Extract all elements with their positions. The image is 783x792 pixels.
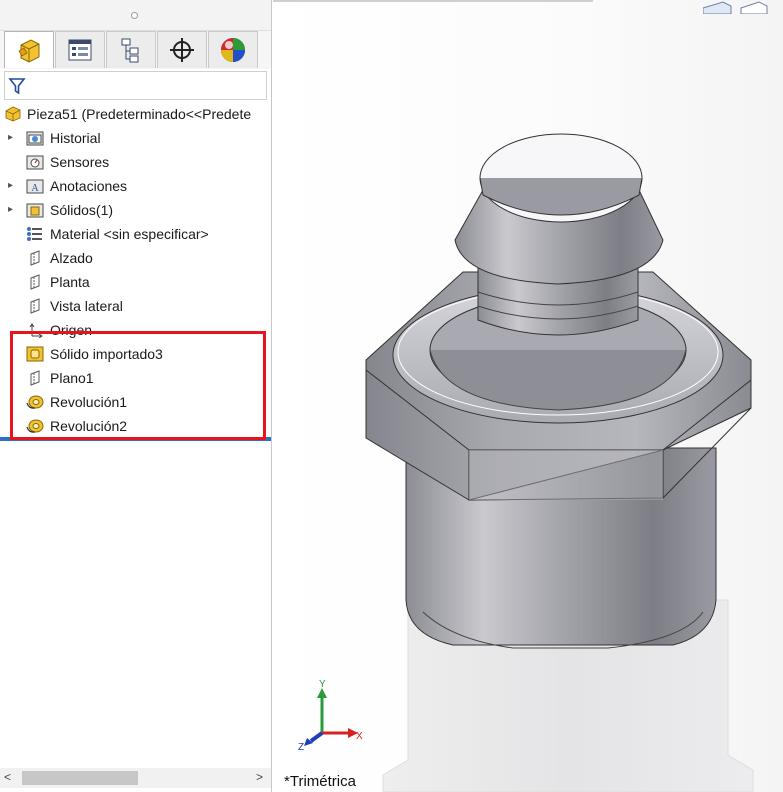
expand-arrow-icon[interactable]: ▸ — [8, 174, 18, 198]
tree-item-label: Planta — [50, 274, 90, 290]
tree-item-label: Historial — [50, 130, 101, 146]
revolve-icon — [26, 419, 44, 433]
featuremanager-panel: Pieza51 (Predeterminado<<Predete ▸ Histo… — [0, 0, 272, 792]
configurationmanager-tab[interactable] — [106, 31, 156, 68]
annotations-folder-icon: A — [26, 179, 44, 194]
plane-icon — [30, 298, 40, 314]
revolve-icon — [26, 395, 44, 409]
part-icon — [5, 106, 21, 122]
imported-body-icon — [26, 346, 44, 362]
tree-root-label: Pieza51 (Predeterminado<<Predete — [27, 106, 252, 122]
tree-item-alzado[interactable]: Alzado — [0, 246, 271, 270]
property-list-icon — [68, 39, 92, 61]
featuremanager-tab[interactable] — [4, 31, 54, 68]
scroll-right-icon[interactable]: > — [256, 770, 263, 784]
tree-item-solidos[interactable]: ▸ Sólidos(1) — [0, 198, 271, 222]
crosshair-icon — [170, 38, 194, 62]
triad-z-label: Z — [298, 742, 304, 753]
configuration-icon — [121, 38, 139, 63]
tree-item-revolucion2[interactable]: Revolución2 — [0, 414, 271, 438]
view-orientation-label: *Trimétrica — [284, 773, 356, 790]
horizontal-scrollbar[interactable]: < > — [0, 768, 271, 788]
part-tree-icon — [18, 39, 40, 63]
tree-item-label: Alzado — [50, 250, 93, 266]
triad-y-label: Y — [319, 679, 326, 690]
expand-arrow-icon[interactable]: ▸ — [8, 198, 18, 222]
sensor-folder-icon — [26, 155, 44, 170]
tree-item-vista-lateral[interactable]: Vista lateral — [0, 294, 271, 318]
history-folder-icon — [26, 131, 44, 146]
svg-text:A: A — [31, 183, 39, 194]
scroll-thumb[interactable] — [22, 771, 138, 785]
tree-item-label: Vista lateral — [50, 298, 123, 314]
grip-dot[interactable] — [131, 12, 138, 19]
solid-bodies-folder-icon — [26, 203, 44, 218]
feature-tree: Pieza51 (Predeterminado<<Predete ▸ Histo… — [0, 102, 271, 438]
tree-item-historial[interactable]: ▸ Historial — [0, 126, 271, 150]
origin-icon — [29, 323, 43, 338]
plane-icon — [30, 370, 40, 386]
tree-item-origen[interactable]: Origen — [0, 318, 271, 342]
tree-item-revolucion1[interactable]: Revolución1 — [0, 390, 271, 414]
rollback-bar[interactable] — [0, 437, 271, 441]
appearance-sphere-icon — [221, 38, 245, 62]
panel-grip[interactable] — [0, 0, 271, 31]
tree-item-label: Anotaciones — [50, 178, 128, 194]
tree-item-label: Sólidos(1) — [50, 202, 114, 218]
expand-arrow-icon[interactable]: ▸ — [8, 126, 18, 150]
triad-x-label: X — [356, 731, 363, 742]
tree-item-label: Sensores — [50, 154, 110, 170]
3d-model-grease-nipple[interactable] — [273, 0, 783, 792]
axis-triad: Y X Z — [298, 679, 363, 753]
tree-item-label: Plano1 — [50, 370, 94, 386]
tree-filter-bar[interactable] — [4, 71, 267, 100]
tree-item-planta[interactable]: Planta — [0, 270, 271, 294]
tree-item-label: Origen — [50, 322, 93, 338]
tree-item-label: Revolución2 — [50, 418, 128, 434]
tree-item-label: Sólido importado3 — [50, 346, 163, 362]
tree-item-label: Revolución1 — [50, 394, 128, 410]
tree-item-label: Material <sin especificar> — [50, 226, 209, 242]
graphics-area[interactable]: Y X Z *Trimétrica — [273, 0, 783, 792]
manager-tabs — [0, 31, 271, 69]
tree-item-sensores[interactable]: Sensores — [0, 150, 271, 174]
scroll-left-icon[interactable]: < — [4, 770, 11, 784]
plane-icon — [30, 250, 40, 266]
dimxpertmanager-tab[interactable] — [157, 31, 207, 68]
tree-item-anotaciones[interactable]: ▸ A Anotaciones — [0, 174, 271, 198]
tree-item-plano1[interactable]: Plano1 — [0, 366, 271, 390]
displaymanager-tab[interactable] — [208, 31, 258, 68]
tree-item-solido-importado3[interactable]: Sólido importado3 — [0, 342, 271, 366]
funnel-icon[interactable] — [8, 77, 26, 95]
plane-icon — [30, 274, 40, 290]
tree-root-part[interactable]: Pieza51 (Predeterminado<<Predete — [0, 102, 271, 126]
propertymanager-tab[interactable] — [55, 31, 105, 68]
tree-item-material[interactable]: Material <sin especificar> — [0, 222, 271, 246]
material-icon — [27, 227, 42, 241]
